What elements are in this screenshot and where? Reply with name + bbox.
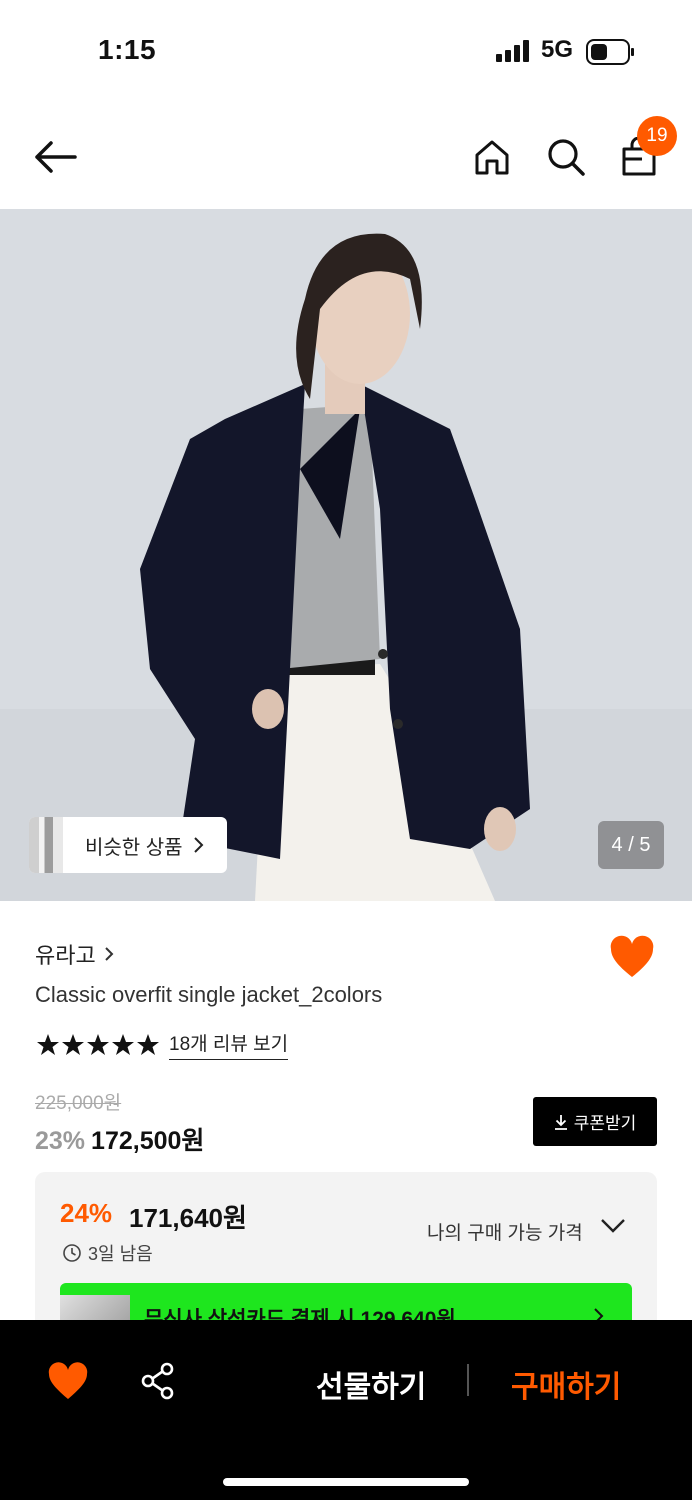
chevron-right-icon: [105, 947, 114, 961]
home-indicator: [223, 1478, 469, 1486]
divider: [467, 1364, 469, 1396]
top-nav: [0, 110, 692, 208]
status-time: 1:15: [98, 34, 157, 65]
battery-icon: [586, 39, 634, 65]
buy-button[interactable]: 구매하기: [511, 1362, 621, 1406]
rating-row: 18개 리뷰 보기: [36, 1029, 289, 1060]
share-icon[interactable]: [140, 1362, 176, 1400]
similar-thumbnail: [29, 817, 63, 873]
brand-link[interactable]: 유라고: [35, 938, 114, 970]
back-button[interactable]: [30, 132, 80, 182]
image-page-counter: 4 / 5: [598, 821, 664, 869]
similar-products-button[interactable]: 비슷한 상품: [29, 817, 227, 873]
search-icon: [548, 139, 585, 176]
gift-button[interactable]: 선물하기: [316, 1362, 426, 1406]
my-price: 171,640원: [129, 1203, 247, 1233]
star-icon: [87, 1033, 109, 1055]
coupon-button[interactable]: 쿠폰받기: [533, 1097, 657, 1146]
signal-icon: [496, 40, 529, 62]
star-icon: [112, 1033, 134, 1055]
network-label: 5G: [541, 36, 574, 63]
brand-name: 유라고: [35, 943, 96, 968]
home-icon: [475, 140, 509, 175]
price-row: 23% 172,500원: [35, 1121, 204, 1157]
my-discount-rate: 24%: [60, 1198, 113, 1228]
home-button[interactable]: [467, 132, 517, 182]
coupon-label: 쿠폰받기: [573, 1114, 637, 1133]
download-icon: [554, 1114, 567, 1130]
chevron-down-icon[interactable]: [600, 1218, 626, 1234]
star-icon: [62, 1033, 84, 1055]
star-icon: [37, 1033, 59, 1055]
heart-icon[interactable]: [48, 1362, 88, 1402]
similar-products-label: 비슷한 상품: [85, 836, 183, 859]
star-icon: [137, 1033, 159, 1055]
status-bar: 1:15 5G: [0, 0, 692, 100]
heart-icon[interactable]: [609, 935, 655, 981]
search-button[interactable]: [541, 132, 591, 182]
product-image[interactable]: [0, 209, 692, 901]
bottom-action-bar: 선물하기 구매하기: [0, 1320, 692, 1500]
arrow-left-icon: [35, 141, 77, 173]
clock-icon: [63, 1244, 81, 1262]
original-price: 225,000원: [35, 1093, 122, 1114]
model-photo: [0, 209, 692, 901]
sale-price: 172,500원: [91, 1127, 205, 1155]
timer-text: 3일 남음: [88, 1244, 153, 1264]
my-price-label: 나의 구매 가능 가격: [427, 1223, 583, 1244]
cart-count-badge: 19: [637, 116, 677, 156]
my-price-panel[interactable]: 24% 171,640원 3일 남음 나의 구매 가능 가격 무신사 삼성카드 …: [35, 1172, 657, 1343]
chevron-right-icon: [193, 837, 203, 853]
timer: 3일 남음: [62, 1240, 153, 1266]
star-rating: [36, 1033, 160, 1057]
review-link[interactable]: 18개 리뷰 보기: [169, 1029, 289, 1060]
discount-rate: 23%: [35, 1127, 86, 1155]
product-title: Classic overfit single jacket_2colors: [35, 982, 383, 1007]
